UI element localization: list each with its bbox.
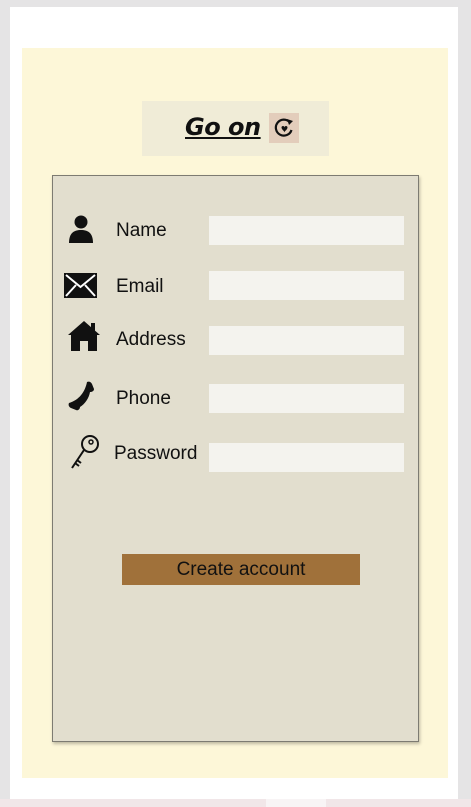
- password-label: Password: [114, 443, 198, 464]
- email-label: Email: [116, 276, 164, 297]
- name-field[interactable]: [209, 216, 404, 245]
- house-icon: [68, 321, 100, 351]
- envelope-icon: [64, 273, 97, 298]
- bottom-strip: [0, 799, 471, 807]
- brand-title[interactable]: Go on: [185, 113, 261, 141]
- phone-icon: [68, 381, 94, 411]
- person-icon: [69, 215, 93, 243]
- address-label: Address: [116, 329, 186, 350]
- name-label: Name: [116, 220, 167, 241]
- phone-field[interactable]: [209, 384, 404, 413]
- signup-form: Name Email Address Phone Password Create…: [52, 175, 419, 742]
- phone-row: Phone: [53, 380, 418, 420]
- address-field[interactable]: [209, 326, 404, 355]
- create-account-button[interactable]: Create account: [122, 554, 360, 585]
- password-field[interactable]: [209, 443, 404, 472]
- bottom-strip-gap: [266, 799, 326, 807]
- address-row: Address: [53, 320, 418, 360]
- brand-header: Go on: [142, 101, 329, 156]
- key-icon: [71, 435, 99, 469]
- name-row: Name: [53, 213, 418, 253]
- phone-label: Phone: [116, 388, 171, 409]
- email-row: Email: [53, 268, 418, 308]
- email-field[interactable]: [209, 271, 404, 300]
- password-row: Password: [53, 434, 418, 474]
- refresh-heart-icon[interactable]: [269, 113, 299, 143]
